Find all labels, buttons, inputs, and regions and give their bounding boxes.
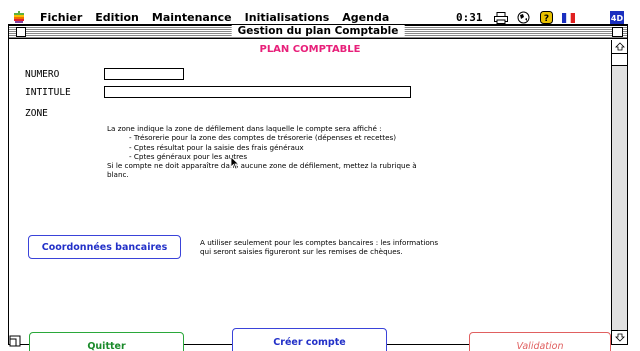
bank-details-button[interactable]: Coordonnées bancaires: [28, 235, 181, 259]
page-title: PLAN COMPTABLE: [259, 44, 361, 55]
zone-help-line: blanc.: [107, 170, 129, 180]
quit-button[interactable]: Quitter: [29, 332, 184, 351]
zone-help-line: - Cptes résultat pour la saisie des frai…: [129, 142, 304, 152]
numero-field[interactable]: [104, 68, 184, 80]
globe-icon[interactable]: [516, 11, 530, 24]
bank-note-line: qui seront saisies figureront sur les re…: [200, 247, 403, 257]
bank-note: A utiliser seulement pour les comptes ba…: [200, 238, 530, 257]
zone-help-line: Si le compte ne doit apparaître dans auc…: [107, 161, 417, 171]
svg-text:?: ?: [543, 14, 548, 24]
zone-help-line: - Cptes généraux pour les autres: [129, 151, 248, 161]
close-box[interactable]: [16, 27, 26, 37]
zone-help-text: La zone indique la zone de défilement da…: [107, 124, 527, 180]
title-bar[interactable]: Gestion du plan Comptable: [9, 25, 627, 39]
menu-bar: Fichier Edition Maintenance Initialisati…: [8, 10, 628, 25]
menu-edition[interactable]: Edition: [95, 11, 139, 24]
apple-icon[interactable]: [12, 11, 26, 23]
intitule-label: INTITULE: [25, 87, 71, 98]
scroll-up-icon[interactable]: [612, 40, 627, 54]
menu-clock[interactable]: 0:31: [456, 11, 483, 24]
form-area: PLAN COMPTABLE NUMERO INTITULE ZONE La z…: [9, 40, 611, 351]
flag-icon[interactable]: [561, 11, 575, 24]
zone-help-line: - Trésorerie pour la zone des comptes de…: [129, 133, 397, 143]
menu-fichier[interactable]: Fichier: [40, 11, 82, 24]
vertical-scrollbar[interactable]: [611, 40, 627, 344]
numero-label: NUMERO: [25, 69, 60, 80]
printer-icon[interactable]: [494, 11, 508, 24]
scroll-thumb[interactable]: [612, 54, 627, 66]
validate-button[interactable]: Validation: [469, 332, 611, 351]
menu-agenda[interactable]: Agenda: [342, 11, 389, 24]
zone-label: ZONE: [25, 108, 48, 119]
help-icon[interactable]: ?: [539, 11, 553, 24]
bank-note-line: A utiliser seulement pour les comptes ba…: [200, 238, 439, 247]
menu-maintenance[interactable]: Maintenance: [152, 11, 232, 24]
window: Gestion du plan Comptable PLAN COMPTABLE…: [8, 25, 628, 351]
zoom-box[interactable]: [612, 27, 623, 37]
menu-initialisations[interactable]: Initialisations: [245, 11, 330, 24]
4d-icon[interactable]: 4D: [610, 11, 624, 24]
zone-help-line: La zone indique la zone de défilement da…: [107, 124, 382, 133]
window-title: Gestion du plan Comptable: [231, 25, 405, 37]
create-account-button[interactable]: Créer compte: [232, 328, 387, 351]
resize-icon[interactable]: [9, 332, 21, 347]
scroll-down-icon[interactable]: [612, 330, 627, 344]
mouse-pointer-icon: [230, 156, 240, 170]
svg-text:4D: 4D: [611, 14, 624, 23]
intitule-field[interactable]: [104, 86, 411, 98]
